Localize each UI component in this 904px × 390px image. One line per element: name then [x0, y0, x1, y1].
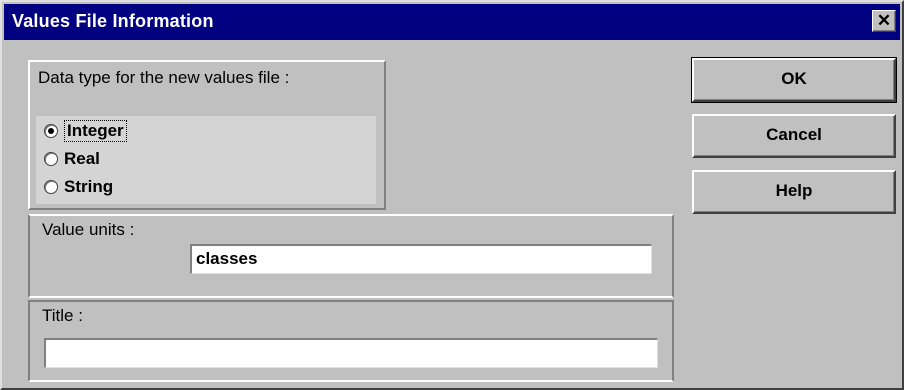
radio-button-real[interactable]	[44, 152, 58, 166]
value-units-label: Value units :	[42, 220, 135, 239]
title-bar[interactable]: Values File Information ✕	[4, 4, 900, 40]
close-icon: ✕	[876, 11, 892, 30]
radio-label-real: Real	[64, 149, 100, 168]
radio-label-integer: Integer	[64, 120, 127, 142]
radio-selected-dot	[48, 128, 54, 134]
help-button[interactable]: Help	[692, 170, 896, 214]
radio-button-integer[interactable]	[44, 124, 58, 138]
cancel-button[interactable]: Cancel	[692, 114, 896, 158]
values-file-information-dialog: Values File Information ✕ Data type for …	[0, 0, 904, 390]
title-group: Title :	[28, 300, 674, 382]
radio-button-string[interactable]	[44, 180, 58, 194]
ok-button[interactable]: OK	[691, 57, 897, 103]
data-type-label: Data type for the new values file :	[38, 68, 290, 87]
radio-real[interactable]: Real	[44, 146, 100, 172]
value-units-input[interactable]: classes	[190, 244, 652, 274]
data-type-group: Data type for the new values file : Inte…	[28, 60, 386, 210]
close-button[interactable]: ✕	[872, 10, 896, 32]
radio-label-string: String	[64, 177, 114, 196]
title-label: Title :	[42, 306, 83, 325]
radio-integer[interactable]: Integer	[44, 118, 127, 144]
radio-string[interactable]: String	[44, 174, 113, 200]
value-units-group: Value units : classes	[28, 214, 674, 298]
dialog-title: Values File Information	[12, 11, 214, 31]
title-input[interactable]	[44, 338, 658, 368]
